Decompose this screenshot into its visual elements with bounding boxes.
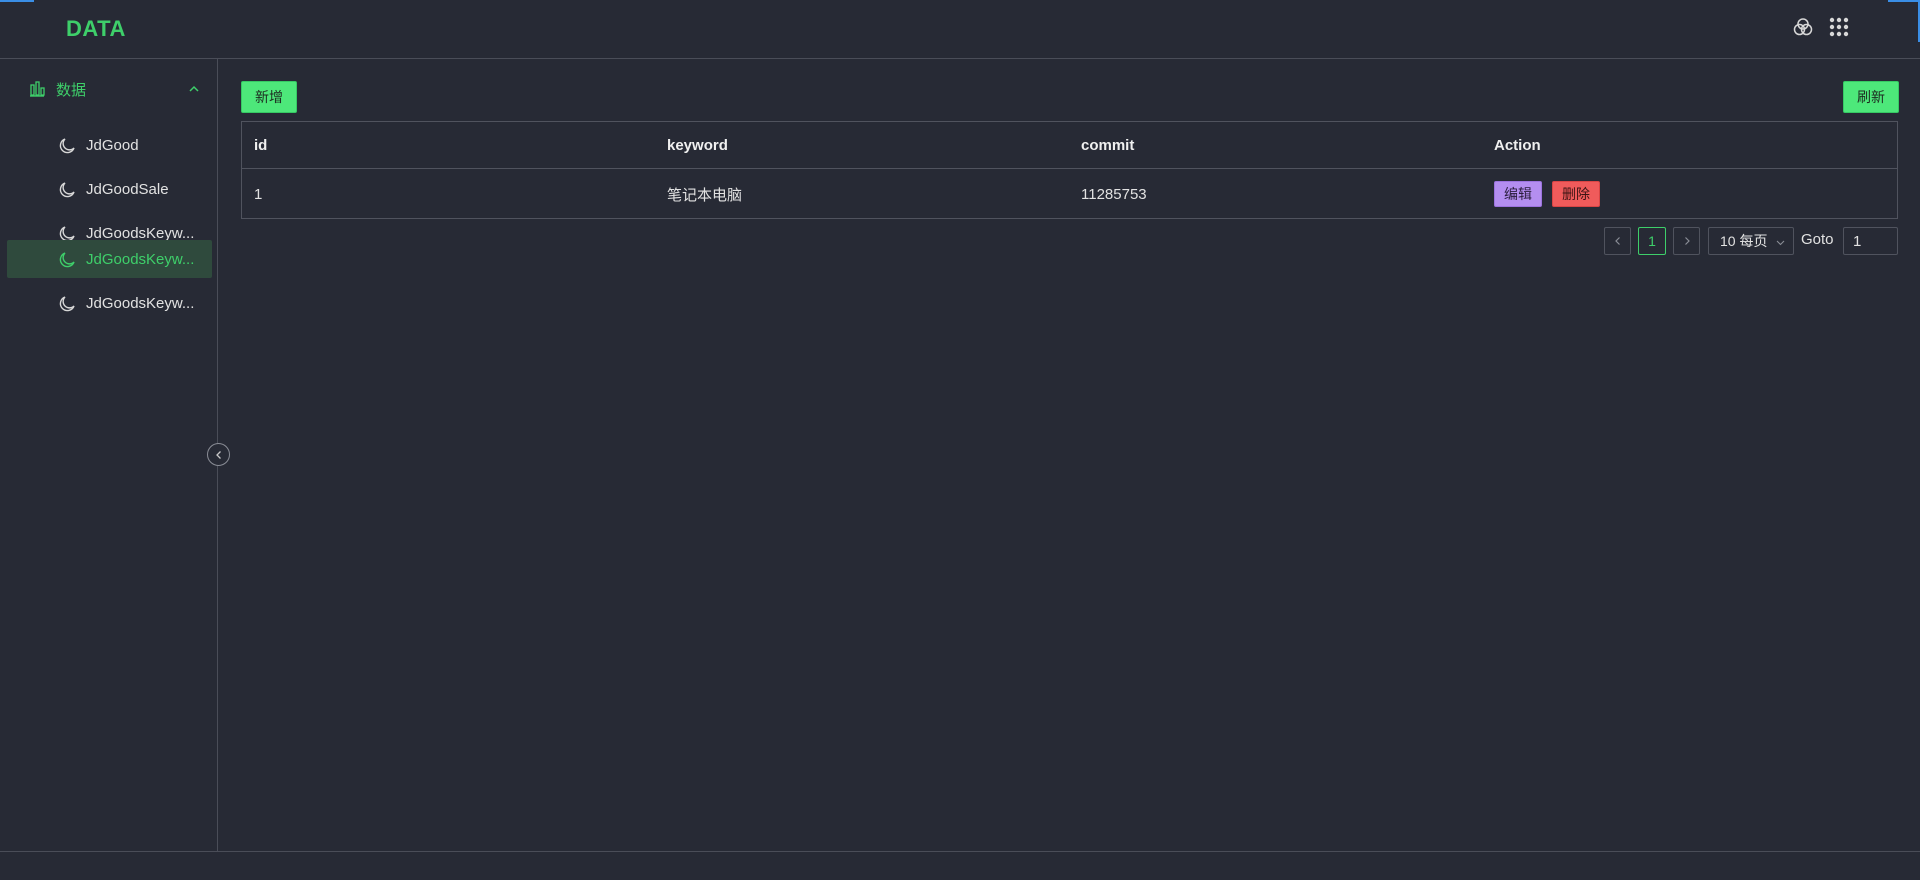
prev-page-button[interactable]: [1604, 227, 1631, 255]
cell-actions: 编辑 删除: [1494, 169, 1600, 219]
goto-page-input[interactable]: [1843, 227, 1898, 255]
sidebar-item-jdgood[interactable]: JdGood: [7, 126, 212, 164]
sidebar-item-label: JdGood: [86, 136, 139, 154]
moon-icon: [59, 296, 75, 312]
header-icons: [1792, 16, 1850, 38]
app-root: DATA 数据 JdGood JdGoodSale JdGoodsKeyw...…: [0, 0, 1920, 880]
chevron-down-icon: [1776, 240, 1785, 246]
moon-icon: [59, 252, 75, 268]
page-size-value: 10 每页: [1720, 233, 1768, 249]
app-logo[interactable]: DATA: [66, 16, 126, 42]
column-header-keyword: keyword: [667, 136, 728, 154]
chevron-right-icon: [1684, 237, 1690, 245]
chevron-up-icon: [189, 85, 199, 92]
edit-button[interactable]: 编辑: [1494, 181, 1542, 207]
column-header-id: id: [254, 136, 268, 154]
menu-group-data[interactable]: 数据: [14, 71, 210, 107]
goto-label: Goto: [1801, 231, 1834, 248]
table-row: 1 笔记本电脑 11285753 编辑 删除: [242, 169, 1897, 219]
sidebar-item-label: JdGoodsKeyw...: [86, 294, 195, 312]
chevron-left-icon: [1614, 237, 1620, 245]
theme-circles-icon[interactable]: [1792, 16, 1814, 38]
footer-divider: [0, 851, 1920, 852]
sidebar-item-label: JdGoodSale: [86, 180, 169, 198]
bar-chart-icon: [30, 81, 45, 97]
cell-keyword: 笔记本电脑: [667, 186, 743, 204]
sidebar-collapse-button[interactable]: [207, 443, 230, 466]
column-header-commit: commit: [1081, 136, 1135, 154]
header: DATA: [0, 0, 1920, 59]
sidebar-item-label: JdGoodsKeyw...: [86, 250, 195, 268]
delete-button[interactable]: 删除: [1552, 181, 1600, 207]
sidebar: 数据 JdGood JdGoodSale JdGoodsKeyw... JdGo…: [0, 59, 218, 852]
page-number-button[interactable]: 1: [1638, 227, 1666, 255]
sidebar-item-jdgoodskeyword-2[interactable]: JdGoodsKeyw...: [7, 240, 212, 278]
refresh-button[interactable]: 刷新: [1843, 81, 1899, 113]
apps-grid-icon[interactable]: [1828, 16, 1850, 38]
cell-id: 1: [254, 185, 263, 203]
next-page-button[interactable]: [1673, 227, 1700, 255]
sidebar-item-jdgoodsale[interactable]: JdGoodSale: [7, 170, 212, 208]
data-table: id keyword commit Action 1 笔记本电脑 1128575…: [241, 121, 1898, 219]
sidebar-item-jdgoodskeyword-3[interactable]: JdGoodsKeyw...: [7, 284, 212, 322]
chevron-left-icon: [215, 450, 221, 459]
sidebar-item-label: JdGoodsKeyw...: [86, 224, 195, 242]
moon-icon: [59, 138, 75, 154]
page-size-select[interactable]: 10 每页: [1708, 227, 1794, 255]
table-header: id keyword commit Action: [242, 122, 1897, 169]
add-button[interactable]: 新增: [241, 81, 297, 113]
menu-group-label: 数据: [56, 81, 87, 99]
column-header-action: Action: [1494, 136, 1541, 154]
moon-icon: [59, 182, 75, 198]
cell-commit: 11285753: [1081, 185, 1147, 203]
